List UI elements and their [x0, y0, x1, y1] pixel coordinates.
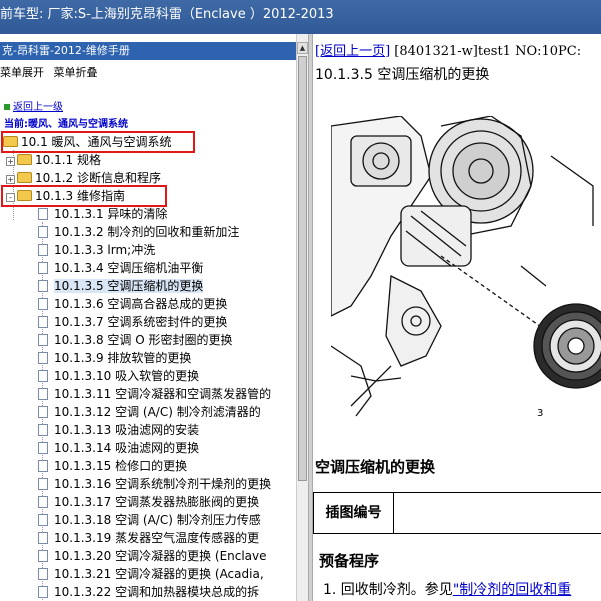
document-icon	[38, 208, 48, 220]
document-icon	[38, 352, 48, 364]
document-icon	[38, 226, 48, 238]
document-icon	[38, 388, 48, 400]
document-icon	[38, 334, 48, 346]
tree-leaf[interactable]: 10.1.3.21 空调冷凝器的更换 (Acadia,	[38, 565, 264, 583]
figure-caption: 空调压缩机的更换	[315, 458, 436, 476]
document-icon	[38, 244, 48, 256]
back-to-parent-link[interactable]: 返回上一级	[4, 98, 63, 113]
tree-leaf[interactable]: 10.1.3.12 空调 (A/C) 制冷剂滤清器的	[38, 403, 261, 421]
expand-icon[interactable]: +	[6, 175, 15, 184]
expand-all-button[interactable]: 菜单展开	[0, 66, 44, 79]
folder-icon	[17, 172, 32, 183]
document-icon	[38, 424, 48, 436]
tree-toolbar: 菜单展开 菜单折叠	[0, 64, 104, 80]
document-icon	[38, 406, 48, 418]
highlight-box-repair-guide	[1, 185, 167, 207]
document-icon	[38, 550, 48, 562]
expand-icon[interactable]: +	[6, 157, 15, 166]
tree-leaf[interactable]: 10.1.3.18 空调 (A/C) 制冷剂压力传感	[38, 511, 261, 529]
document-icon	[38, 586, 48, 598]
tree-leaf[interactable]: 10.1.3.22 空调和加热器模块总成的拆	[38, 583, 259, 601]
tree-leaf[interactable]: 10.1.3.20 空调冷凝器的更换 (Enclave	[38, 547, 267, 565]
refrigerant-recovery-link[interactable]: "制冷剂的回收和重	[453, 582, 571, 598]
document-icon	[38, 532, 48, 544]
illustration-table: 插图编号	[313, 492, 601, 534]
nav-panel: 克-昂科雷-2012-维修手册 菜单展开 菜单折叠 返回上一级 当前:暖风、通风…	[0, 34, 309, 601]
document-icon	[38, 280, 48, 292]
tree-leaf[interactable]: 10.1.3.10 吸入软管的更换	[38, 367, 199, 385]
document-icon	[38, 478, 48, 490]
current-location: 当前:暖风、通风与空调系统	[4, 119, 128, 130]
tree-leaf[interactable]: 10.1.3.9 排放软管的更换	[38, 349, 191, 367]
tree-leaf[interactable]: 10.1.3.15 检修口的更换	[38, 457, 187, 475]
tree-node-specs[interactable]: +10.1.1 规格	[6, 151, 101, 169]
nav-scrollbar[interactable]: ▲	[296, 34, 308, 601]
document-icon	[38, 316, 48, 328]
vehicle-title: 前车型: 厂家:S-上海别克昂科雷（Enclave ）2012-2013	[0, 7, 334, 22]
tree-leaf[interactable]: 10.1.3.3 lrm;冲洗	[38, 241, 155, 259]
procedure-step-1: 1. 回收制冷剂。参见"制冷剂的回收和重	[323, 582, 572, 598]
tree-leaf-selected[interactable]: 10.1.3.5 空调压缩机的更换	[38, 277, 204, 295]
document-icon	[38, 496, 48, 508]
back-page-link[interactable]: [返回上一页]	[315, 44, 390, 59]
scroll-thumb[interactable]	[298, 56, 307, 481]
folder-icon	[17, 154, 32, 165]
highlight-box-root	[1, 131, 195, 153]
scroll-up-icon[interactable]: ▲	[297, 42, 308, 54]
tree-leaf[interactable]: 10.1.3.13 吸油滤网的安装	[38, 421, 199, 439]
table-header-cell: 插图编号	[314, 493, 394, 533]
compressor-illustration: 3	[330, 115, 601, 426]
nav-panel-header: 克-昂科雷-2012-维修手册	[0, 42, 309, 60]
content-header: [返回上一页] [8401321-w]test1 NO:10PC:	[315, 40, 581, 59]
tree-leaf[interactable]: 10.1.3.11 空调冷凝器和空调蒸发器管的	[38, 385, 271, 403]
tree-leaf[interactable]: 10.1.3.4 空调压缩机油平衡	[38, 259, 203, 277]
tree-leaf[interactable]: 10.1.3.1 异味的清除	[38, 205, 167, 223]
document-icon	[38, 442, 48, 454]
document-icon	[38, 370, 48, 382]
figure-callout-3: 3	[537, 408, 543, 419]
prep-procedure-title: 预备程序	[319, 552, 380, 570]
title-bar: 前车型: 厂家:S-上海别克昂科雷（Enclave ）2012-2013	[0, 0, 601, 34]
tree-leaf[interactable]: 10.1.3.8 空调 O 形密封圈的更换	[38, 331, 233, 349]
tree-leaf[interactable]: 10.1.3.19 蒸发器空气温度传感器的更	[38, 529, 259, 547]
document-icon	[38, 568, 48, 580]
doc-reference: [8401321-w]test1 NO:10PC:	[394, 44, 582, 59]
document-icon	[38, 262, 48, 274]
tree-leaf[interactable]: 10.1.3.17 空调蒸发器热膨胀阀的更换	[38, 493, 259, 511]
illustration-svg: 3	[330, 115, 601, 419]
document-icon	[38, 460, 48, 472]
tree-leaf[interactable]: 10.1.3.2 制冷剂的回收和重新加注	[38, 223, 239, 241]
back-icon	[4, 104, 10, 110]
collapse-all-button[interactable]: 菜单折叠	[54, 66, 98, 79]
document-icon	[38, 514, 48, 526]
document-icon	[38, 298, 48, 310]
tree-leaf[interactable]: 10.1.3.7 空调系统密封件的更换	[38, 313, 227, 331]
tree-leaf[interactable]: 10.1.3.16 空调系统制冷剂干燥剂的更换	[38, 475, 271, 493]
tree-leaf[interactable]: 10.1.3.14 吸油滤网的更换	[38, 439, 199, 457]
tree-leaf[interactable]: 10.1.3.6 空调高合器总成的更换	[38, 295, 227, 313]
content-panel: [返回上一页] [8401321-w]test1 NO:10PC: 10.1.3…	[313, 34, 601, 601]
section-title: 10.1.3.5 空调压缩机的更换	[315, 67, 490, 83]
